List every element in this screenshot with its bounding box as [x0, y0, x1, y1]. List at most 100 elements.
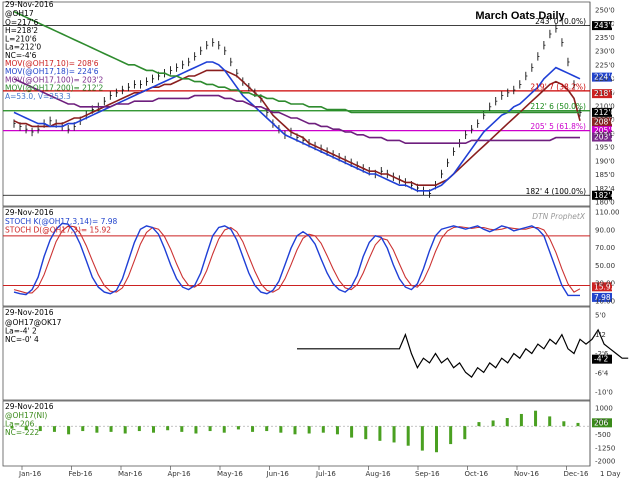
- spread-y-tick: -6'4: [595, 369, 609, 377]
- stoch-label-1: STOCH D(@OH17,3)= 15.92: [5, 226, 111, 235]
- price-symbol: @OH17: [5, 9, 34, 18]
- x-tick-label: Jan-16: [18, 470, 42, 478]
- ma-line-3: [13, 10, 580, 114]
- oi-y-tick: 1000: [595, 405, 613, 413]
- oi-bar: [420, 426, 424, 451]
- oi-bar: [265, 426, 269, 432]
- price-marker-1: 224'6: [594, 73, 615, 82]
- oi-bar: [152, 426, 155, 433]
- oi-bar: [279, 426, 283, 433]
- oi-bar: [548, 416, 552, 427]
- oi-bar: [321, 426, 325, 433]
- oi-bar: [406, 426, 410, 446]
- x-tick-label: Apr-16: [168, 470, 192, 478]
- oi-y-tick: -1250: [595, 444, 615, 452]
- oi-bar: [194, 426, 198, 434]
- spread-line: [297, 328, 629, 378]
- fib-label-4: 182' 4 (100.0%): [526, 187, 586, 196]
- oi-bar: [293, 426, 297, 435]
- x-tick-label: Mar-16: [118, 470, 143, 478]
- spread-date: 29-Nov-2016: [5, 308, 54, 317]
- oi-bar: [534, 410, 538, 427]
- oi-bar: [222, 426, 226, 433]
- oi-bar: [236, 426, 240, 430]
- spread-marker: -4'2: [594, 355, 609, 364]
- fib-label-1: 219' 7 (38.2%): [530, 82, 586, 91]
- x-tick-label: Feb-16: [69, 470, 93, 478]
- price-marker-4: 208'6: [594, 117, 615, 126]
- spread-label-2: NC=-0' 4: [5, 335, 39, 344]
- interval-label: 1 Day: [600, 470, 621, 478]
- price-y-tick: 250'0: [595, 7, 615, 15]
- spread-y-tick: 5'0: [595, 312, 606, 320]
- stoch-y-tick: 50.00: [595, 262, 615, 270]
- oi-bar: [208, 426, 212, 432]
- stoch-y-tick: 110.00: [595, 209, 620, 217]
- oi-bar: [519, 413, 523, 427]
- oi-bar: [67, 426, 71, 435]
- oi-bar: [52, 426, 56, 432]
- oi-y-tick: -2000: [595, 458, 615, 466]
- fib-label-2: 212' 6 (50.0%): [530, 102, 586, 111]
- stoch-y-tick: 70.00: [595, 244, 615, 252]
- oi-bar: [576, 422, 580, 427]
- price-y-tick: 230'0: [595, 48, 615, 56]
- range-label: A=53.0, V=253.3: [5, 92, 71, 101]
- price-marker-0: 243'0: [594, 21, 615, 30]
- oi-bar: [449, 426, 453, 445]
- oi-bar: [307, 426, 311, 434]
- price-marker-6: 203'2: [594, 133, 615, 142]
- x-tick-label: Nov-16: [514, 470, 539, 478]
- oi-date: 29-Nov-2016: [5, 402, 54, 411]
- oi-bar: [350, 426, 354, 438]
- oi-label-2: NC=-222: [5, 428, 39, 437]
- oi-bar: [562, 421, 566, 427]
- oi-y-tick: -500: [595, 431, 611, 439]
- oi-bar: [491, 420, 495, 427]
- oi-bar: [137, 426, 141, 432]
- futures-chart: 243' 0 (0.0%)219' 7 (38.2%)212' 6 (50.0%…: [2, 0, 629, 478]
- x-tick-label: Sep-16: [415, 470, 440, 478]
- stoch-marker-1: 7.98: [594, 293, 611, 302]
- x-tick-label: Dec-16: [564, 470, 590, 478]
- oi-bar: [95, 426, 99, 433]
- price-marker-2: 218'7: [594, 89, 615, 98]
- x-tick-label: May-16: [217, 470, 243, 478]
- price-marker-7: 182'4: [594, 191, 615, 200]
- watermark: DTN ProphetX: [532, 212, 586, 221]
- x-tick-label: Jun-16: [266, 470, 290, 478]
- oi-bar: [392, 426, 396, 443]
- oi-bar: [251, 426, 255, 432]
- spread-y-tick: 1'2: [595, 331, 606, 339]
- price-date: 29-Nov-2016: [5, 0, 54, 9]
- oi-bar: [38, 426, 42, 432]
- x-tick-label: Oct-16: [465, 470, 489, 478]
- stoch-marker-0: 15.92: [594, 282, 616, 291]
- stoch-y-tick: 90.00: [595, 226, 615, 234]
- fib-label-3: 205' 5 (61.8%): [530, 122, 586, 131]
- oi-bar: [505, 418, 509, 427]
- oi-bar: [378, 426, 382, 441]
- oi-bar: [435, 426, 438, 453]
- price-marker-3: 212'0: [594, 108, 615, 117]
- oi-bar: [166, 426, 170, 431]
- chart-title: March Oats Daily: [475, 10, 565, 22]
- price-y-tick: 185'0: [595, 171, 615, 179]
- oi-bar: [335, 426, 339, 435]
- stoch-date: 29-Nov-2016: [5, 208, 54, 217]
- oi-bar: [477, 422, 481, 427]
- oi-bar: [364, 426, 368, 440]
- price-y-tick: 225'0: [595, 61, 615, 69]
- price-y-tick: 190'0: [595, 157, 615, 165]
- oi-bar: [109, 426, 113, 432]
- oi-bar: [123, 426, 127, 434]
- price-y-tick: 195'0: [595, 144, 615, 152]
- x-tick-label: Jul-16: [315, 470, 336, 478]
- panel-frame-spread: [2, 306, 591, 401]
- oi-marker: 206: [594, 418, 609, 427]
- oi-bar: [81, 426, 85, 432]
- price-y-tick: 235'0: [595, 34, 615, 42]
- spread-y-tick: -10'0: [595, 389, 613, 397]
- oi-bar: [463, 426, 467, 440]
- oi-bar: [180, 426, 184, 432]
